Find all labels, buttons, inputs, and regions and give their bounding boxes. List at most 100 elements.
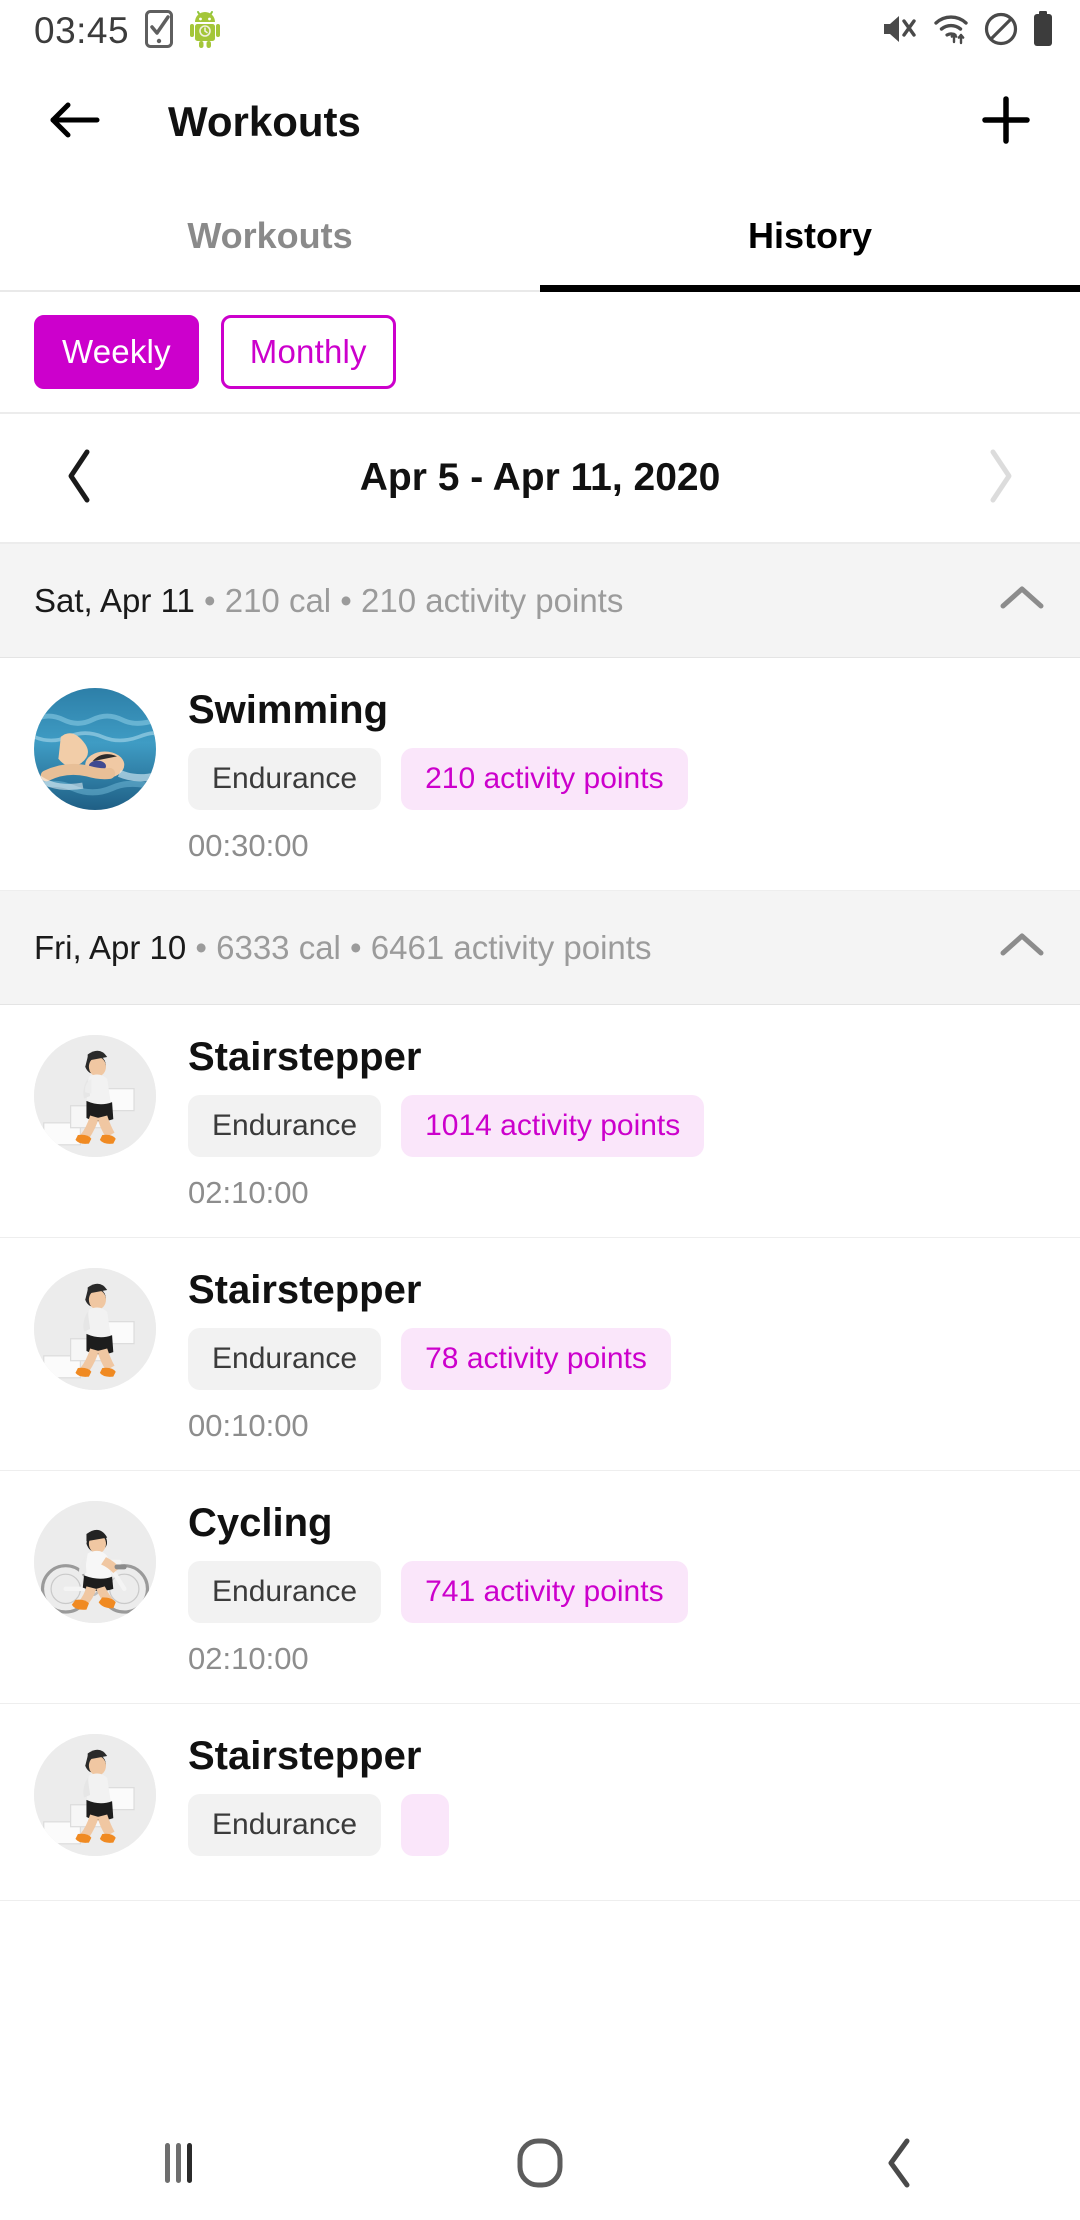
home-circle-icon	[516, 2137, 564, 2194]
android-nav-bar	[0, 2110, 1080, 2220]
nav-back-button[interactable]	[840, 2125, 960, 2205]
workout-points-chip: 1014 activity points	[401, 1095, 705, 1157]
workout-points-chip	[401, 1794, 450, 1856]
day-header-sat-apr-11[interactable]: Sat, Apr 11 • 210 cal • 210 activity poi…	[0, 544, 1080, 658]
workout-chips: Endurance 210 activity points	[188, 748, 1046, 810]
swimming-photo-icon	[34, 688, 156, 810]
day-points-label: 210 activity points	[361, 581, 624, 619]
workout-body: Stairstepper Endurance	[188, 1734, 1046, 1874]
period-filter-group: Weekly Monthly	[0, 292, 1080, 414]
chevron-right-icon	[983, 448, 1017, 509]
workout-type-label: Endurance	[212, 1575, 358, 1608]
avatar	[34, 1501, 156, 1623]
avatar	[34, 1268, 156, 1390]
workout-name: Stairstepper	[188, 1035, 422, 1079]
workout-name: Stairstepper	[188, 1268, 422, 1312]
tab-bar: Workouts History	[0, 182, 1080, 292]
battery-icon	[1032, 10, 1054, 52]
workout-row-stairstepper-3[interactable]: Stairstepper Endurance	[0, 1704, 1080, 1901]
workout-row-stairstepper-1[interactable]: Stairstepper Endurance 1014 activity poi…	[0, 1005, 1080, 1238]
filter-weekly-button[interactable]: Weekly	[34, 315, 199, 389]
day-collapse-button[interactable]	[998, 583, 1046, 618]
tab-workouts-label: Workouts	[187, 215, 353, 256]
stairstepper-photo-icon	[34, 1035, 156, 1157]
workout-points-label: 741 activity points	[425, 1575, 664, 1608]
stairstepper-photo-icon	[34, 1734, 156, 1856]
workout-points-chip: 210 activity points	[401, 748, 688, 810]
home-button[interactable]	[480, 2125, 600, 2205]
status-bar-right	[880, 10, 1054, 52]
android-robot-icon	[189, 9, 221, 54]
avatar	[34, 1035, 156, 1157]
workout-points-chip: 78 activity points	[401, 1328, 671, 1390]
filter-monthly-button[interactable]: Monthly	[220, 315, 396, 389]
day-points-label: 6461 activity points	[370, 928, 652, 966]
workout-name: Stairstepper	[188, 1734, 422, 1778]
day-sep-2: •	[331, 581, 362, 619]
workout-body: Cycling Endurance 741 activity points 02…	[188, 1501, 1046, 1677]
chevron-left-icon	[63, 448, 97, 509]
workout-chips: Endurance 1014 activity points	[188, 1095, 1046, 1157]
cycling-photo-icon	[34, 1501, 156, 1623]
avatar	[34, 1734, 156, 1856]
status-bar: 03:45	[0, 0, 1080, 62]
workout-duration: 00:10:00	[188, 1408, 309, 1443]
filter-monthly-label: Monthly	[249, 333, 367, 370]
day-calories-label: 6333 cal	[216, 928, 341, 966]
day-calories-label: 210 cal	[224, 581, 332, 619]
workout-name: Cycling	[188, 1501, 333, 1545]
recents-button[interactable]	[120, 2125, 240, 2205]
workout-body: Stairstepper Endurance 78 activity point…	[188, 1268, 1046, 1444]
day-date-label: Fri, Apr 10	[34, 928, 187, 966]
workout-duration: 02:10:00	[188, 1641, 309, 1676]
back-button[interactable]	[38, 86, 110, 158]
workout-body: Swimming Endurance 210 activity points 0…	[188, 688, 1046, 864]
day-date-label: Sat, Apr 11	[34, 581, 195, 619]
day-sep-1: •	[186, 928, 217, 966]
workout-type-chip: Endurance	[188, 1561, 382, 1623]
week-navigator: Apr 5 - Apr 11, 2020	[0, 414, 1080, 544]
app-bar: Workouts	[0, 62, 1080, 182]
workout-row-swimming[interactable]: Swimming Endurance 210 activity points 0…	[0, 658, 1080, 891]
phone-check-icon	[145, 9, 174, 53]
workout-type-chip: Endurance	[188, 1794, 382, 1856]
tab-history-label: History	[747, 215, 873, 256]
day-sep-1: •	[194, 581, 225, 619]
chevron-up-icon	[998, 933, 1046, 964]
previous-week-button[interactable]	[44, 442, 116, 514]
wifi-icon	[932, 12, 970, 51]
status-bar-left: 03:45	[34, 9, 221, 54]
workout-body: Stairstepper Endurance 1014 activity poi…	[188, 1035, 1046, 1211]
app-screen: 03:45 Workouts Workouts History Weekly M…	[0, 0, 1080, 2220]
workout-type-label: Endurance	[212, 1109, 358, 1142]
workout-row-cycling[interactable]: Cycling Endurance 741 activity points 02…	[0, 1471, 1080, 1704]
tab-history[interactable]: History	[540, 182, 1080, 292]
workout-chips: Endurance 741 activity points	[188, 1561, 1046, 1623]
nav-back-icon	[883, 2137, 917, 2194]
stairstepper-photo-icon	[34, 1268, 156, 1390]
tab-workouts[interactable]: Workouts	[0, 182, 540, 290]
workout-type-chip: Endurance	[188, 1095, 382, 1157]
workout-chips: Endurance	[188, 1794, 1046, 1856]
add-workout-button[interactable]	[970, 86, 1042, 158]
status-bar-clock: 03:45	[34, 10, 130, 51]
workout-type-label: Endurance	[212, 1342, 358, 1375]
recents-icon	[162, 2140, 198, 2191]
workout-row-stairstepper-2[interactable]: Stairstepper Endurance 78 activity point…	[0, 1238, 1080, 1471]
workout-points-chip: 741 activity points	[401, 1561, 688, 1623]
mute-icon	[880, 12, 918, 51]
day-sep-2: •	[340, 928, 371, 966]
workout-name: Swimming	[188, 688, 389, 732]
day-collapse-button[interactable]	[998, 930, 1046, 965]
workout-duration: 02:10:00	[188, 1175, 309, 1210]
page-title: Workouts	[168, 98, 361, 145]
plus-icon	[980, 94, 1032, 151]
workout-points-label: 210 activity points	[425, 762, 664, 795]
workout-type-label: Endurance	[212, 1808, 358, 1841]
workout-duration: 00:30:00	[188, 828, 309, 863]
workout-points-label: 78 activity points	[425, 1342, 647, 1375]
day-header-summary: Fri, Apr 10 • 6333 cal • 6461 activity p…	[34, 929, 651, 967]
next-week-button[interactable]	[964, 442, 1036, 514]
day-header-fri-apr-10[interactable]: Fri, Apr 10 • 6333 cal • 6461 activity p…	[0, 891, 1080, 1005]
day-header-summary: Sat, Apr 11 • 210 cal • 210 activity poi…	[34, 582, 623, 620]
